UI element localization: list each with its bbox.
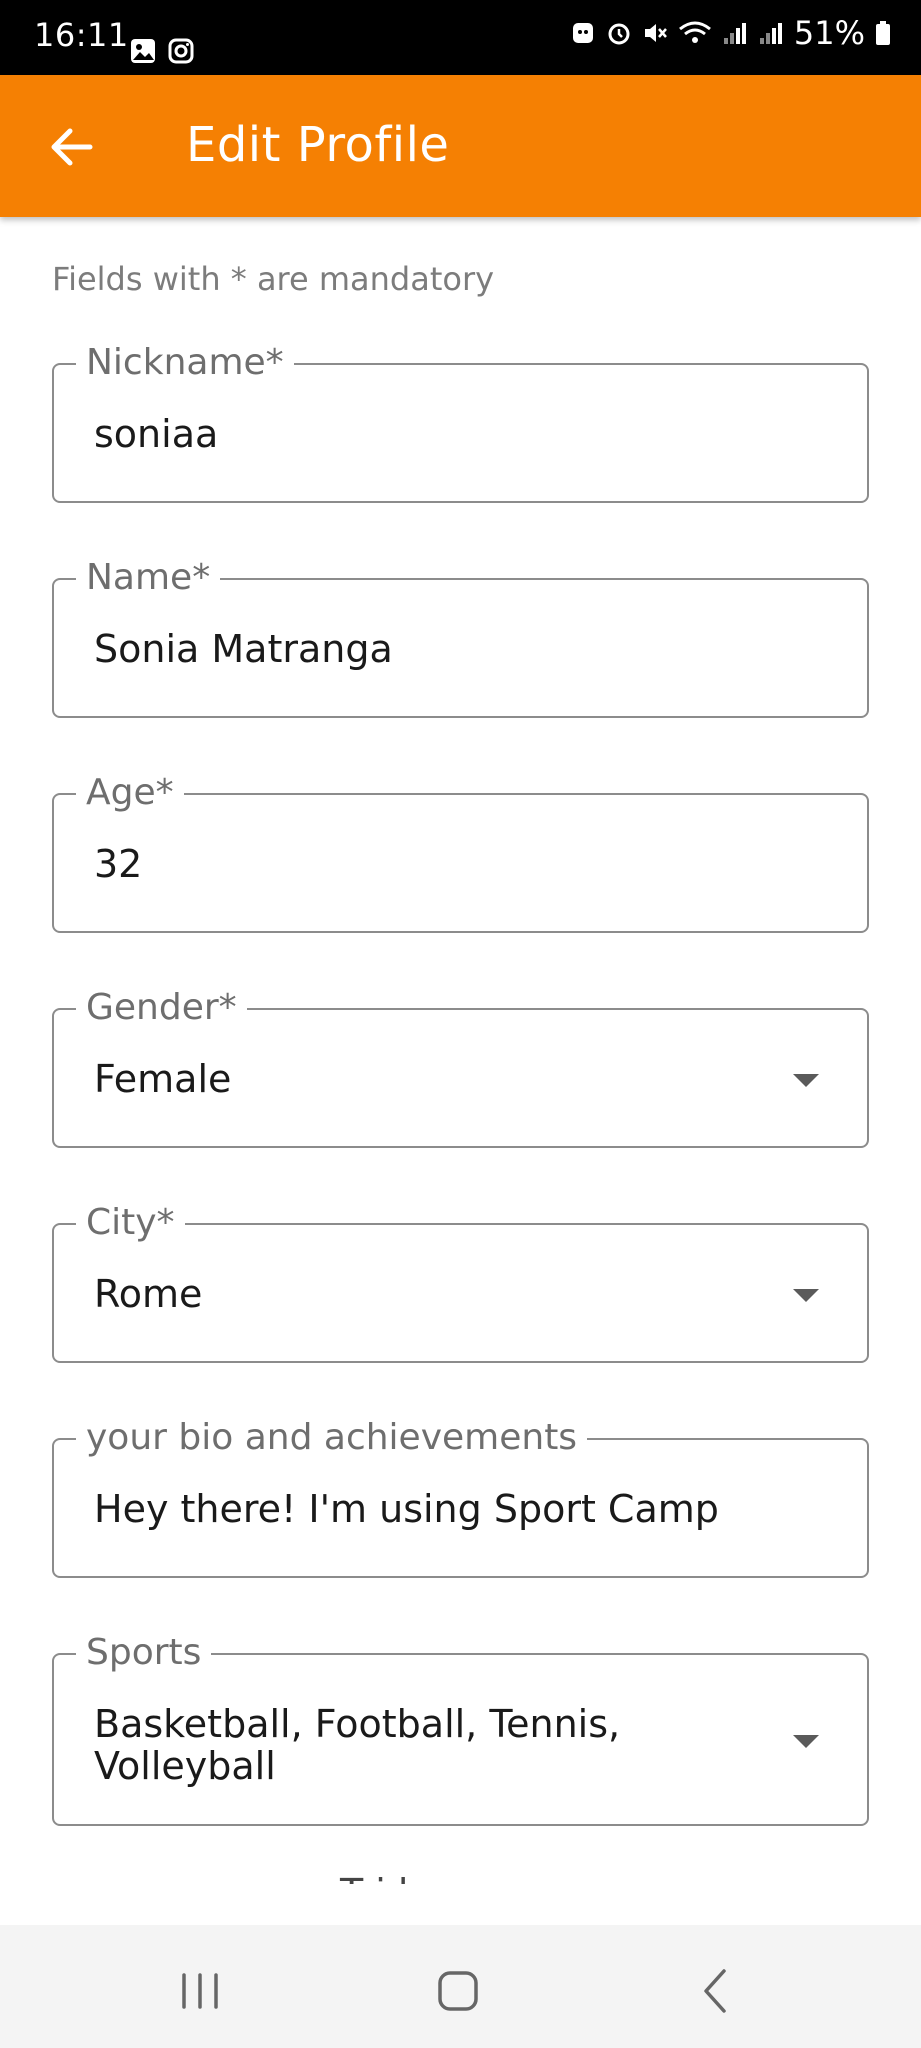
navigation-bar xyxy=(0,1925,921,2048)
age-field[interactable]: Age* 32 xyxy=(52,771,869,933)
name-field[interactable]: Name* Sonia Matranga xyxy=(52,556,869,718)
status-time: 16:11 xyxy=(34,16,129,54)
mandatory-hint: Fields with * are mandatory xyxy=(52,260,495,298)
battery-percent: 51% xyxy=(793,14,865,52)
gallery-icon xyxy=(131,39,155,63)
arrow-left-icon[interactable] xyxy=(44,119,100,175)
recents-icon[interactable] xyxy=(170,1961,230,2021)
signal-icon xyxy=(723,23,746,44)
sports-dropdown[interactable]: Sports Basketball, Football, Tennis, Vol… xyxy=(52,1631,869,1826)
android-icon xyxy=(572,23,593,43)
app-bar: Edit Profile xyxy=(0,75,921,217)
partial-text: T i l xyxy=(340,1874,409,1884)
city-value: Rome xyxy=(94,1272,203,1316)
chevron-down-icon[interactable] xyxy=(793,1074,819,1087)
wifi-icon xyxy=(678,21,711,43)
bio-label: your bio and achievements xyxy=(76,1416,588,1460)
cutoff-content: T i l xyxy=(0,1870,921,1884)
instagram-icon xyxy=(168,38,194,64)
status-left-icons xyxy=(130,38,194,64)
bio-field[interactable]: your bio and achievements Hey there! I'm… xyxy=(52,1416,869,1578)
age-value[interactable]: 32 xyxy=(94,843,767,885)
sports-value-line-2: Volleyball xyxy=(94,1744,276,1788)
chevron-down-icon[interactable] xyxy=(793,1735,819,1748)
name-label: Name* xyxy=(76,556,221,600)
gender-value: Female xyxy=(94,1057,232,1101)
signal-icon xyxy=(759,23,782,44)
gender-label: Gender* xyxy=(76,986,247,1030)
status-right-icons: 51% xyxy=(570,14,891,52)
nickname-field[interactable]: Nickname* soniaa xyxy=(52,341,869,503)
gender-dropdown[interactable]: Gender* Female xyxy=(52,986,869,1148)
status-bar: 16:11 51% xyxy=(0,0,921,75)
name-value[interactable]: Sonia Matranga xyxy=(94,628,767,670)
mute-icon xyxy=(644,24,667,42)
back-icon[interactable] xyxy=(686,1961,746,2021)
sports-label: Sports xyxy=(76,1631,212,1675)
city-label: City* xyxy=(76,1201,185,1245)
battery-icon xyxy=(876,21,890,45)
home-icon[interactable] xyxy=(428,1961,488,2021)
page-title: Edit Profile xyxy=(186,117,450,173)
alarm-icon xyxy=(608,23,630,45)
city-dropdown[interactable]: City* Rome xyxy=(52,1201,869,1363)
age-label: Age* xyxy=(76,771,184,815)
chevron-down-icon[interactable] xyxy=(793,1289,819,1302)
sports-value-line-1: Basketball, Football, Tennis, xyxy=(94,1702,621,1746)
bio-value[interactable]: Hey there! I'm using Sport Camp xyxy=(94,1488,827,1530)
nickname-value[interactable]: soniaa xyxy=(94,413,767,455)
nickname-label: Nickname* xyxy=(76,341,294,385)
